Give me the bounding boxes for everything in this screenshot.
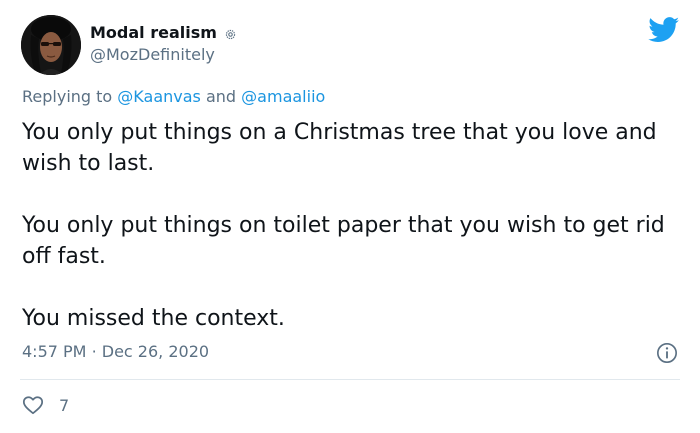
gear-icon <box>224 26 237 39</box>
info-icon[interactable] <box>656 342 678 364</box>
like-count: 7 <box>59 395 70 415</box>
twitter-bird-icon[interactable] <box>648 17 680 43</box>
tweet-paragraph: You only put things on a Christmas tree … <box>22 120 657 176</box>
tweet-date: Dec 26, 2020 <box>101 342 210 361</box>
tweet-card: Modal realism @MozDefinitely Replying to… <box>0 0 700 433</box>
tweet-body: You only put things on a Christmas tree … <box>22 117 682 334</box>
avatar-portrait-icon <box>21 15 81 75</box>
avatar[interactable] <box>21 15 81 75</box>
tweet-paragraph: You only put things on toilet paper that… <box>22 213 665 269</box>
tweet-time: 4:57 PM <box>22 342 87 361</box>
display-name[interactable]: Modal realism <box>90 23 217 42</box>
heart-icon[interactable] <box>22 394 44 416</box>
reply-context: Replying to @Kaanvas and @amaaliio <box>22 87 325 106</box>
reply-joiner: and <box>205 87 237 106</box>
divider <box>20 379 680 380</box>
user-handle[interactable]: @MozDefinitely <box>90 45 237 64</box>
tweet-timestamp[interactable]: 4:57 PM · Dec 26, 2020 <box>22 342 209 361</box>
mention-link[interactable]: @Kaanvas <box>117 87 201 106</box>
like-action[interactable]: 7 <box>22 394 69 416</box>
mention-link[interactable]: @amaaliio <box>241 87 325 106</box>
author-block: Modal realism @MozDefinitely <box>90 20 237 64</box>
reply-prefix: Replying to <box>22 87 113 106</box>
timestamp-separator: · <box>91 342 97 361</box>
tweet-paragraph: You missed the context. <box>22 306 285 331</box>
